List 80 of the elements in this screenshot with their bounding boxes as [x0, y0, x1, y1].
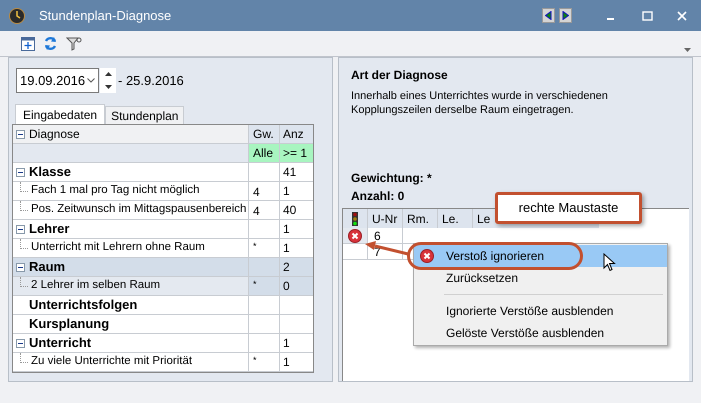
spin-buttons[interactable]	[100, 68, 116, 93]
previous-button[interactable]	[542, 8, 555, 23]
count-label: Anzahl: 0	[351, 188, 406, 205]
next-button[interactable]	[559, 8, 572, 23]
diagnosis-row[interactable]: Zu viele Unterrichte mit Priorität * 1	[13, 353, 313, 372]
table-cell-text: 1	[283, 240, 290, 257]
tab[interactable]: Stundenplan	[105, 106, 184, 124]
traffic-light-icon	[352, 212, 358, 226]
filter-cell[interactable]: Alle	[249, 144, 280, 162]
group-row[interactable]: Unterricht 1	[13, 334, 313, 353]
column-header[interactable]: Gw.	[249, 125, 280, 143]
clock-icon	[9, 8, 25, 24]
close-icon[interactable]	[677, 10, 687, 20]
filter-cell[interactable]: >= 1	[280, 144, 313, 162]
weighting-label: Gewichtung: *	[351, 170, 433, 187]
filter-icon[interactable]	[66, 36, 82, 50]
collapse-icon[interactable]	[16, 130, 25, 138]
table-cell-text: *	[253, 354, 257, 367]
table-cell-text: 2	[283, 259, 290, 276]
table-cell-text: 4	[253, 184, 260, 201]
group-row[interactable]: Raum 2	[13, 258, 313, 277]
diagnosis-row[interactable]: Unterricht mit Lehrern ohne Raum * 1	[13, 239, 313, 258]
menu-item[interactable]: Zurücksetzen	[414, 267, 667, 289]
date-range-end: - 25.9.2016	[118, 72, 184, 90]
menu-item[interactable]: Verstoß ignorieren	[414, 245, 667, 267]
collapse-icon[interactable]	[16, 168, 25, 176]
refresh-icon[interactable]	[43, 36, 58, 51]
diagnosis-label: Zu viele Unterrichte mit Priorität	[31, 354, 192, 370]
annotation-arrow	[365, 240, 409, 258]
menu-item[interactable]: Gelöste Verstöße ausblenden	[414, 322, 667, 344]
table-cell-text: 1	[283, 183, 290, 200]
group-row[interactable]: Unterrichtsfolgen	[13, 296, 313, 315]
diagnosis-row[interactable]: Pos. Zeitwunsch im Mittagspausenbereich 4 40	[13, 201, 313, 220]
table-cell-text: 0	[283, 278, 290, 295]
diagnosis-row[interactable]: Fach 1 mal pro Tag nicht möglich 4 1	[13, 182, 313, 201]
collapse-icon[interactable]	[16, 338, 25, 348]
group-label: Lehrer	[29, 220, 70, 238]
table-cell-text: 6	[374, 228, 381, 244]
group-label: Kursplanung	[29, 315, 110, 334]
table-cell-text: 1	[283, 335, 290, 352]
table-cell-text: *	[253, 240, 257, 253]
table-cell-text: 40	[283, 202, 296, 219]
table-cell-text: 7	[374, 244, 381, 260]
tab[interactable]: Eingabedaten	[15, 104, 106, 124]
maximize-icon[interactable]	[642, 10, 653, 20]
table-cell-text: 41	[283, 164, 296, 181]
callout-tooltip: rechte Maustaste	[495, 192, 642, 224]
caret-icon[interactable]	[684, 48, 691, 52]
table-cell-text: 1	[283, 221, 290, 238]
chevron-down-icon	[87, 78, 95, 83]
details-title: Art der Diagnose	[351, 67, 449, 84]
triangle-right-icon	[562, 11, 569, 20]
group-label: Raum	[29, 258, 66, 276]
column-header[interactable]: Anz	[280, 125, 313, 143]
group-label: Unterricht	[29, 334, 92, 352]
diagnosis-label: Pos. Zeitwunsch im Mittagspausenbereich	[31, 202, 246, 218]
menu-item[interactable]: Ignorierte Verstöße ausblenden	[414, 300, 667, 322]
column-header[interactable]: U-Nr	[368, 209, 403, 228]
collapse-icon[interactable]	[16, 262, 25, 272]
details-text: Innerhalb eines Unterrichtes wurde in verschiedenen Kopplungszeilen derselbe Raum eingetragen.	[351, 89, 609, 117]
group-row[interactable]: Kursplanung	[13, 315, 313, 334]
diagnosis-label: Unterricht mit Lehrern ohne Raum	[31, 240, 205, 256]
group-label: Klasse	[29, 163, 71, 182]
table-cell-text: 1	[283, 354, 290, 371]
column-header[interactable]: Le	[473, 209, 493, 228]
date-field[interactable]: 19.09.2016	[16, 68, 99, 93]
table-cell-text: 4	[253, 203, 260, 220]
mouse-cursor-icon	[603, 253, 616, 272]
group-row[interactable]: Klasse 41	[13, 163, 313, 182]
column-header[interactable]: Le.	[438, 209, 473, 228]
diagnosis-row[interactable]: 2 Lehrer im selben Raum * 0	[13, 277, 313, 296]
window-title: Stundenplan-Diagnose	[39, 6, 172, 25]
group-label: Unterrichtsfolgen	[29, 296, 138, 314]
group-row[interactable]: Lehrer 1	[13, 220, 313, 239]
table-cell-text: *	[253, 278, 257, 291]
collapse-icon[interactable]	[16, 224, 25, 234]
diagnosis-label: Fach 1 mal pro Tag nicht möglich	[31, 183, 200, 198]
diagnosis-label: 2 Lehrer im selben Raum	[31, 278, 160, 294]
triangle-left-icon	[545, 11, 552, 20]
column-header[interactable]: Rm.	[403, 209, 438, 228]
